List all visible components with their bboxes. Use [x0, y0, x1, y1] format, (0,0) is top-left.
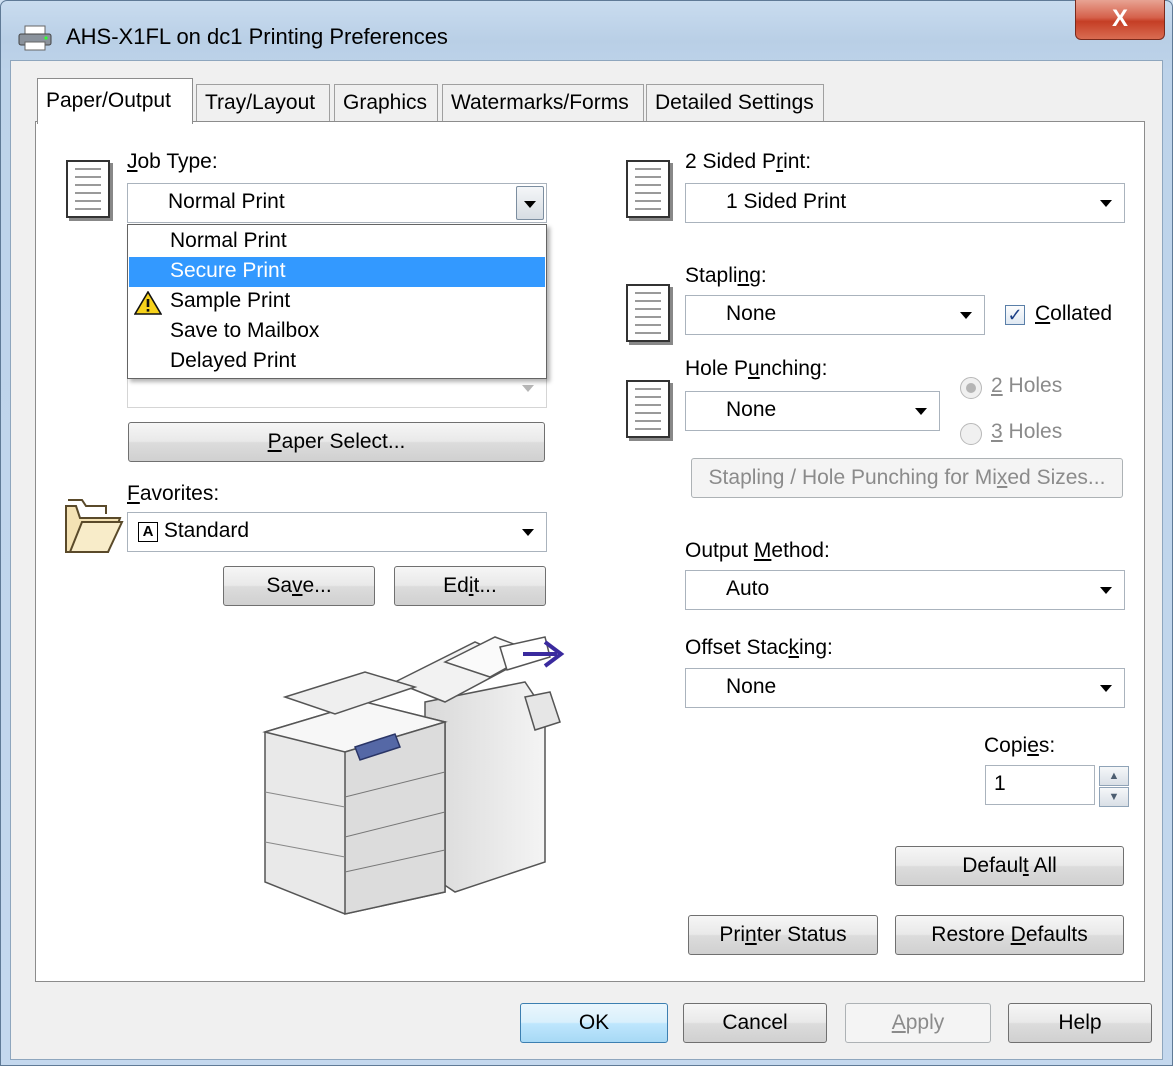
- window-title: AHS-X1FL on dc1 Printing Preferences: [66, 24, 448, 49]
- edit-favorite-button[interactable]: Edit...: [394, 566, 546, 606]
- copies-label: Copies:: [984, 734, 1056, 757]
- tab-label: Detailed Settings: [655, 91, 814, 114]
- collated-checkbox[interactable]: ✓: [1005, 305, 1025, 325]
- printer-status-button[interactable]: Printer Status: [688, 915, 878, 955]
- tab-graphics[interactable]: Graphics: [334, 84, 438, 122]
- hole-punching-value: None: [726, 398, 777, 421]
- chevron-down-icon: [522, 385, 534, 392]
- chevron-down-icon: [522, 529, 534, 536]
- offset-stacking-value: None: [726, 675, 777, 698]
- tab-detailed-settings[interactable]: Detailed Settings: [646, 84, 824, 122]
- two-sided-label: 2 Sided Print:: [685, 150, 812, 173]
- chevron-down-icon: [1100, 200, 1112, 207]
- favorites-value: Standard: [163, 519, 250, 542]
- help-button[interactable]: Help: [1008, 1003, 1152, 1043]
- chevron-down-icon: [915, 408, 927, 415]
- tab-label: Tray/Layout: [205, 91, 316, 114]
- dropdown-option-sample-print[interactable]: Sample Print: [129, 287, 545, 317]
- printer-illustration: [262, 636, 565, 915]
- chevron-down-icon: [960, 312, 972, 319]
- offset-stacking-select[interactable]: None: [685, 668, 1125, 708]
- job-type-document-icon: [66, 160, 110, 218]
- offset-stacking-label: Offset Stacking:: [685, 636, 833, 659]
- tab-label: Graphics: [343, 91, 428, 114]
- stapling-value: None: [726, 302, 777, 325]
- chevron-down-icon: [524, 201, 536, 208]
- output-method-label: Output Method:: [685, 539, 830, 562]
- default-all-button[interactable]: Default All: [895, 846, 1124, 886]
- job-type-label: Job Type:: [127, 150, 218, 173]
- dropdown-option-delayed-print[interactable]: Delayed Print: [129, 347, 545, 377]
- two-sided-document-icon: [626, 160, 670, 218]
- three-holes-label: 3 Holes: [991, 420, 1063, 443]
- chevron-down-icon: [1100, 587, 1112, 594]
- stapling-select[interactable]: None: [685, 295, 985, 335]
- chevron-down-icon: [1100, 685, 1112, 692]
- standard-badge-icon: A: [138, 522, 158, 542]
- option-label: Sample Print: [170, 289, 291, 312]
- two-holes-radio[interactable]: [960, 377, 982, 399]
- dropdown-option-normal-print[interactable]: Normal Print: [129, 227, 545, 257]
- copies-input[interactable]: 1: [985, 765, 1095, 805]
- close-button[interactable]: X: [1075, 0, 1165, 40]
- output-method-select[interactable]: Auto: [685, 570, 1125, 610]
- copies-decrement-icon[interactable]: ▼: [1099, 787, 1129, 807]
- mixed-sizes-button[interactable]: Stapling / Hole Punching for Mixed Sizes…: [691, 458, 1123, 498]
- collated-label: Collated: [1035, 302, 1113, 325]
- printer-icon: [18, 25, 52, 51]
- save-favorite-button[interactable]: Save...: [223, 566, 375, 606]
- stapling-document-icon: [626, 284, 670, 342]
- tab-paper-output[interactable]: Paper/Output: [37, 78, 193, 124]
- dropdown-option-save-to-mailbox[interactable]: Save to Mailbox: [129, 317, 545, 347]
- job-type-dropdown-list: Normal Print Secure Print Sample Print S…: [127, 224, 547, 379]
- job-type-select[interactable]: Normal Print: [127, 183, 547, 223]
- favorites-select[interactable]: A Standard: [127, 512, 547, 552]
- warning-icon: [134, 291, 162, 315]
- copies-value: 1: [994, 772, 1006, 795]
- ok-button[interactable]: OK: [520, 1003, 668, 1043]
- tab-label: Paper/Output: [46, 89, 171, 112]
- hole-punch-document-icon: [626, 380, 670, 438]
- tab-label: Watermarks/Forms: [451, 91, 629, 114]
- two-sided-select[interactable]: 1 Sided Print: [685, 183, 1125, 223]
- paper-select-button[interactable]: Paper Select...: [128, 422, 545, 462]
- dropdown-option-secure-print[interactable]: Secure Print: [129, 257, 545, 287]
- cancel-button[interactable]: Cancel: [683, 1003, 827, 1043]
- job-type-value: Normal Print: [168, 190, 285, 213]
- apply-button[interactable]: Apply: [845, 1003, 991, 1043]
- job-type-dropdown-button[interactable]: [516, 186, 544, 220]
- hole-punching-select[interactable]: None: [685, 391, 940, 431]
- three-holes-radio[interactable]: [960, 423, 982, 445]
- two-holes-label: 2 Holes: [991, 374, 1063, 397]
- copies-increment-icon[interactable]: ▲: [1099, 766, 1129, 786]
- stapling-label: Stapling:: [685, 264, 767, 287]
- output-method-value: Auto: [726, 577, 770, 600]
- tab-watermarks-forms[interactable]: Watermarks/Forms: [442, 84, 644, 122]
- restore-defaults-button[interactable]: Restore Defaults: [895, 915, 1124, 955]
- two-sided-value: 1 Sided Print: [726, 190, 847, 213]
- tab-tray-layout[interactable]: Tray/Layout: [196, 84, 330, 122]
- folder-icon: [65, 499, 124, 553]
- hole-punching-label: Hole Punching:: [685, 357, 828, 380]
- favorites-label: Favorites:: [127, 482, 220, 505]
